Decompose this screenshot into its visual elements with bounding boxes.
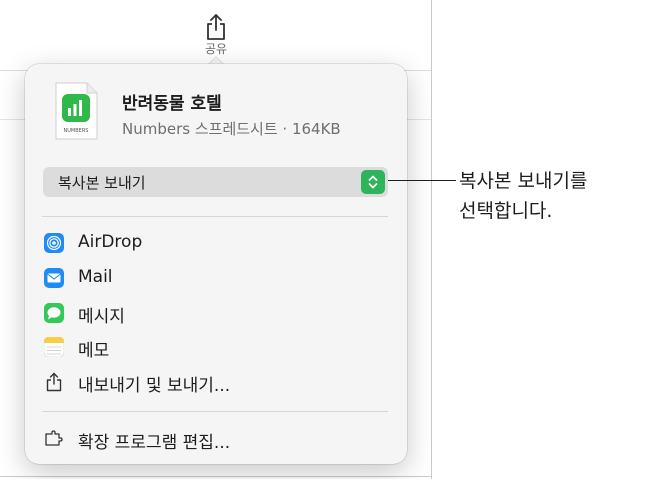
share-button-label: 공유 <box>204 42 228 56</box>
callout-line-2: 선택합니다. <box>459 200 553 222</box>
export-icon <box>44 372 64 392</box>
callout-line-1: 복사본 보내기를 <box>459 170 588 192</box>
send-copy-popup-button[interactable]: 복사본 보내기 <box>43 167 388 197</box>
share-icon <box>207 14 225 40</box>
notes-icon <box>44 337 64 357</box>
share-item-label: AirDrop <box>78 232 143 252</box>
window-bottom-edge <box>0 476 432 477</box>
mail-icon <box>44 268 64 288</box>
share-item-export[interactable]: 내보내기 및 보내기... <box>42 367 388 397</box>
edit-extensions-label: 확장 프로그램 편집... <box>78 433 231 453</box>
file-icon-label: NUMBERS <box>63 128 89 134</box>
menu-divider <box>42 411 388 412</box>
edit-extensions-item[interactable]: 확장 프로그램 편집... <box>42 424 388 454</box>
send-copy-selected-value: 복사본 보내기 <box>58 174 146 192</box>
share-item-label: 내보내기 및 보내기... <box>78 376 231 396</box>
airdrop-icon <box>44 233 64 253</box>
share-item-messages[interactable]: 메시지 <box>42 298 388 328</box>
callout-line <box>388 180 456 181</box>
file-name: 반려동물 호텔 <box>122 94 222 114</box>
menu-divider <box>42 216 388 217</box>
messages-icon <box>44 303 64 323</box>
share-item-mail[interactable]: Mail <box>42 263 388 293</box>
callout-text: 복사본 보내기를 선택합니다. <box>459 166 587 226</box>
share-item-notes[interactable]: 메모 <box>42 332 388 362</box>
extensions-icon <box>44 429 64 449</box>
numbers-file-icon: NUMBERS <box>54 82 98 140</box>
share-button[interactable] <box>203 10 229 44</box>
share-item-label: 메모 <box>78 341 110 361</box>
file-meta: Numbers 스프레드시트 · 164KB <box>122 120 341 138</box>
share-popover: NUMBERS 반려동물 호텔 Numbers 스프레드시트 · 164KB 복… <box>25 64 407 464</box>
chevron-updown-icon <box>361 170 385 194</box>
share-item-label: Mail <box>78 267 113 287</box>
share-item-airdrop[interactable]: AirDrop <box>42 228 388 258</box>
window-edge <box>431 0 432 479</box>
share-item-label: 메시지 <box>78 307 125 327</box>
